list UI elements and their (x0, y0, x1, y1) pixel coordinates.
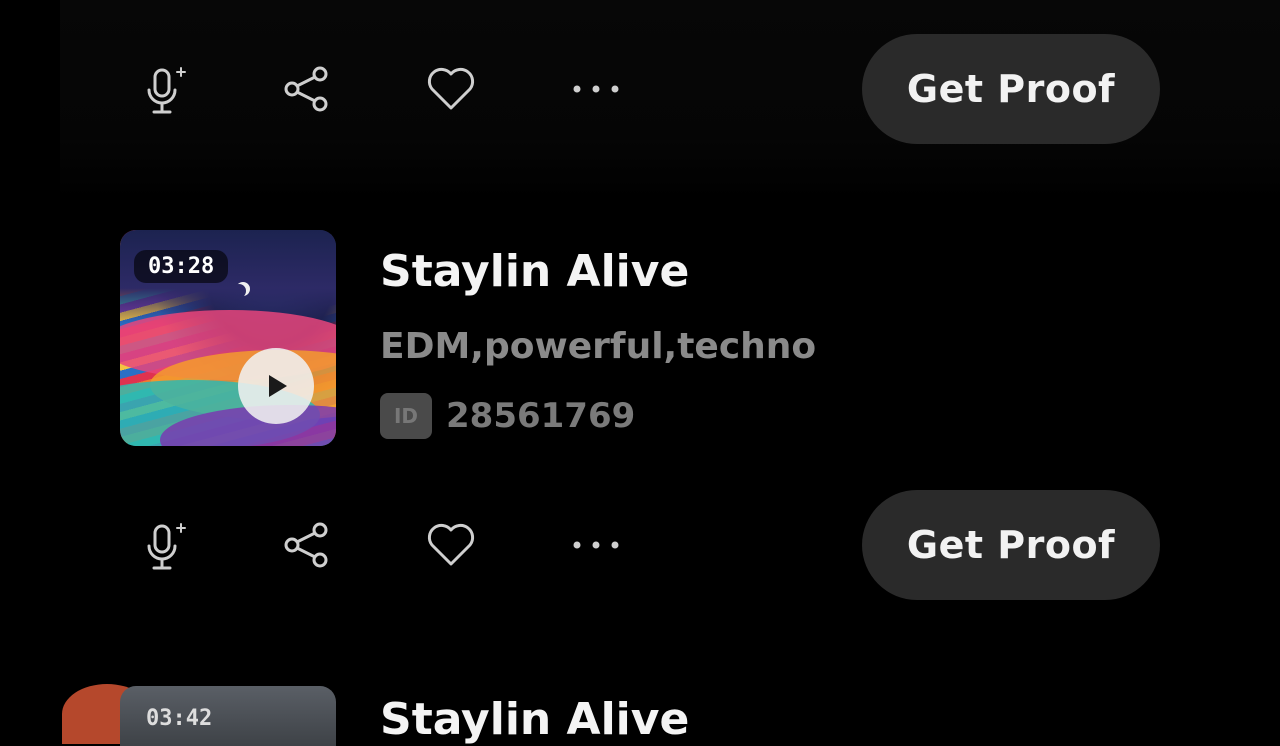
moon-icon (232, 284, 246, 298)
heart-icon[interactable] (424, 62, 478, 116)
id-badge: ID (380, 393, 432, 439)
get-proof-button[interactable]: Get Proof (862, 490, 1160, 600)
more-horizontal-icon[interactable] (569, 518, 623, 572)
track-tags: EDM,powerful,techno (380, 326, 817, 367)
track-cover-image[interactable]: 03:28 (120, 230, 336, 446)
track-id: 28561769 (446, 396, 636, 436)
heart-icon[interactable] (424, 518, 478, 572)
track-actions-row: Get Proof (0, 34, 1280, 144)
share-icon[interactable] (280, 62, 334, 116)
track-duration: 03:42 (146, 706, 213, 731)
microphone-sparkle-icon[interactable] (137, 64, 191, 118)
share-icon[interactable] (280, 518, 334, 572)
play-icon (269, 375, 287, 397)
more-horizontal-icon[interactable] (569, 62, 623, 116)
microphone-sparkle-icon[interactable] (137, 520, 191, 574)
get-proof-button[interactable]: Get Proof (862, 34, 1160, 144)
track-actions-row: Get Proof (0, 490, 1280, 600)
track-title[interactable]: Staylin Alive (380, 246, 689, 297)
play-button[interactable] (238, 348, 314, 424)
track-duration: 03:28 (134, 250, 229, 283)
